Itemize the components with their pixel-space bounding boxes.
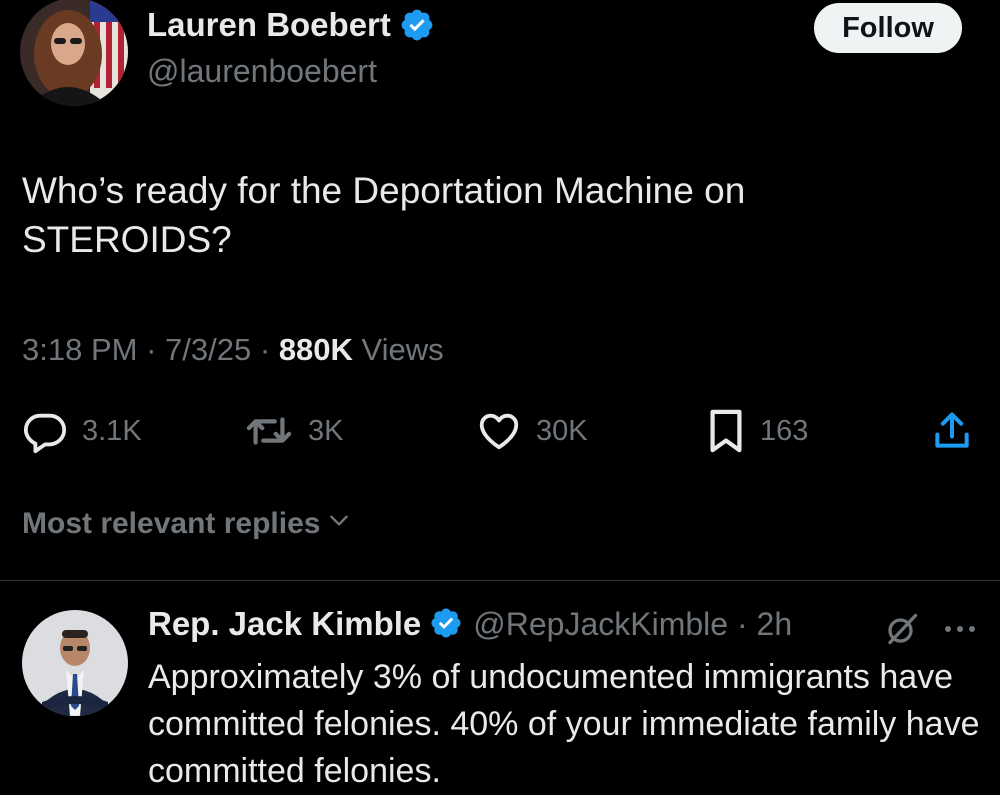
reply-header: Rep. Jack Kimble @RepJackKimble · 2h: [148, 605, 792, 643]
bookmark-icon[interactable]: [706, 408, 746, 454]
verified-badge-icon: [429, 606, 465, 642]
reply-icon[interactable]: [22, 408, 68, 454]
reply-avatar[interactable]: [22, 610, 128, 716]
verified-badge-icon: [399, 7, 435, 43]
reply-text: Approximately 3% of undocumented immigra…: [148, 658, 980, 790]
tweet-meta: 3:18 PM · 7/3/25 · 880K Views: [22, 332, 444, 368]
author-name-row[interactable]: Lauren Boebert: [147, 6, 435, 44]
repost-count: 3K: [308, 414, 344, 447]
bookmark-action[interactable]: 163: [706, 408, 808, 454]
reply-author-name[interactable]: Rep. Jack Kimble: [148, 605, 421, 643]
share-action[interactable]: [930, 408, 974, 454]
replies-sort-label: Most relevant replies: [22, 507, 321, 540]
meta-separator: ·: [259, 332, 271, 367]
views-count[interactable]: 880K: [279, 332, 353, 367]
like-action[interactable]: 30K: [476, 408, 588, 454]
follow-button[interactable]: Follow: [814, 3, 962, 53]
reply-count: 3.1K: [82, 414, 142, 447]
author-name[interactable]: Lauren Boebert: [147, 6, 391, 44]
reply-handle-time[interactable]: @RepJackKimble · 2h: [473, 606, 792, 643]
tweet-date[interactable]: 7/3/25: [165, 332, 251, 367]
author-handle[interactable]: @laurenboebert: [147, 53, 377, 90]
chevron-down-icon: [326, 507, 352, 541]
more-options-icon[interactable]: [942, 614, 978, 649]
meta-separator: ·: [146, 332, 157, 367]
share-icon[interactable]: [930, 408, 974, 454]
tweet-text: Who’s ready for the Deportation Machine …: [22, 170, 746, 260]
divider: [0, 580, 1000, 581]
grok-icon[interactable]: [884, 611, 920, 652]
author-avatar[interactable]: [20, 0, 128, 106]
like-count: 30K: [536, 414, 588, 447]
replies-sort-dropdown[interactable]: Most relevant replies: [22, 507, 352, 541]
tweet-time[interactable]: 3:18 PM: [22, 332, 137, 367]
heart-icon[interactable]: [476, 408, 522, 454]
repost-icon[interactable]: [244, 408, 294, 454]
bookmark-count: 163: [760, 414, 809, 447]
reply-action[interactable]: 3.1K: [22, 408, 142, 454]
views-label[interactable]: Views: [362, 332, 444, 367]
repost-action[interactable]: 3K: [244, 408, 343, 454]
